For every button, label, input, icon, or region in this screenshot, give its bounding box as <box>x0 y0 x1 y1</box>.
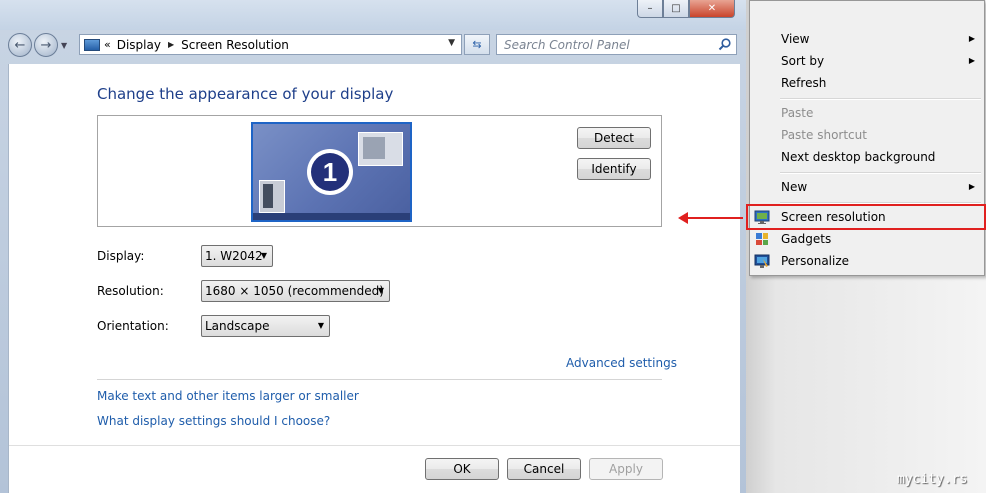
menu-item-view[interactable]: View ▶ <box>750 28 984 50</box>
watermark: mycity.rs <box>897 472 968 487</box>
display-folder-icon <box>84 38 100 51</box>
menu-item-personalize[interactable]: Personalize <box>750 250 984 272</box>
monitor-window-icon <box>358 132 403 166</box>
breadcrumb-display[interactable]: Display <box>117 38 161 52</box>
resolution-label: Resolution: <box>97 284 164 298</box>
chevron-down-icon: ▼ <box>317 321 324 330</box>
menu-item-paste-shortcut[interactable]: Paste shortcut <box>750 124 984 146</box>
display-settings-help-link[interactable]: What display settings should I choose? <box>97 414 330 428</box>
forward-arrow-icon: → <box>40 37 52 53</box>
menu-item-gadgets[interactable]: Gadgets <box>750 228 984 250</box>
submenu-arrow-icon: ▶ <box>968 56 975 65</box>
orientation-select[interactable]: Landscape ▼ <box>201 315 330 337</box>
page-title: Change the appearance of your display <box>97 85 394 103</box>
search-input[interactable]: Search Control Panel <box>496 34 737 55</box>
minimize-button[interactable]: – <box>637 0 663 18</box>
footer-divider <box>9 445 740 446</box>
monitor-taskbar <box>253 213 410 220</box>
ok-button[interactable]: OK <box>425 458 499 480</box>
menu-item-label: New <box>781 180 808 194</box>
identify-button[interactable]: Identify <box>577 158 651 180</box>
menu-item-label: Next desktop background <box>781 150 936 164</box>
desktop-context-menu: View ▶ Sort by ▶ Refresh Paste Paste sho… <box>749 0 985 276</box>
close-button[interactable]: ✕ <box>689 0 735 18</box>
display-select[interactable]: 1. W2042 ▼ <box>201 245 273 267</box>
submenu-arrow-icon: ▶ <box>968 182 975 191</box>
orientation-label: Orientation: <box>97 319 169 333</box>
menu-item-next-desktop-background[interactable]: Next desktop background <box>750 146 984 168</box>
menu-item-label: Sort by <box>781 54 825 68</box>
refresh-button[interactable]: ⇆ <box>464 34 490 55</box>
monitor-number: 1 <box>311 153 349 191</box>
back-button[interactable]: ← <box>8 33 32 57</box>
menu-item-label: Refresh <box>781 76 827 90</box>
menu-separator <box>780 98 981 100</box>
advanced-settings-link[interactable]: Advanced settings <box>566 356 677 370</box>
apply-button[interactable]: Apply <box>589 458 663 480</box>
menu-item-refresh[interactable]: Refresh <box>750 72 984 94</box>
personalize-icon <box>754 254 770 268</box>
section-divider <box>97 379 662 380</box>
menu-item-sort-by[interactable]: Sort by ▶ <box>750 50 984 72</box>
address-dropdown-icon[interactable]: ▼ <box>448 38 455 48</box>
monitor-1-thumbnail[interactable]: 1 <box>251 122 412 222</box>
menu-item-label: View <box>781 32 810 46</box>
recent-pages-dropdown-icon[interactable]: ▼ <box>61 41 67 50</box>
back-arrow-icon: ← <box>14 37 26 53</box>
window-caption-buttons: – □ ✕ <box>637 0 735 19</box>
annotation-arrow-icon <box>678 212 688 224</box>
monitor-window-icon <box>259 180 285 213</box>
display-select-value: 1. W2042 <box>205 249 263 263</box>
submenu-arrow-icon: ▶ <box>968 34 975 43</box>
screen-resolution-highlight <box>746 204 986 230</box>
breadcrumb-screen-resolution[interactable]: Screen Resolution <box>181 38 289 52</box>
menu-separator <box>780 172 981 174</box>
navigation-buttons: ← → ▼ <box>8 33 67 57</box>
menu-item-paste[interactable]: Paste <box>750 102 984 124</box>
search-icon[interactable] <box>718 38 731 51</box>
breadcrumb-overflow[interactable]: « <box>104 38 111 51</box>
monitor-number-badge: 1 <box>307 149 353 195</box>
detect-button[interactable]: Detect <box>577 127 651 149</box>
menu-item-label: Paste shortcut <box>781 128 867 142</box>
menu-item-label: Personalize <box>781 254 850 268</box>
orientation-select-value: Landscape <box>205 319 270 333</box>
text-size-link[interactable]: Make text and other items larger or smal… <box>97 389 359 403</box>
forward-button[interactable]: → <box>34 33 58 57</box>
menu-item-new[interactable]: New ▶ <box>750 176 984 198</box>
breadcrumb-separator-icon[interactable]: ▶ <box>168 40 174 49</box>
display-preview-area: 1 Detect Identify <box>97 115 662 227</box>
resolution-select-value: 1680 × 1050 (recommended) <box>205 284 384 298</box>
menu-item-label: Paste <box>781 106 814 120</box>
title-bar <box>0 0 746 30</box>
annotation-arrow-line <box>683 217 743 219</box>
chevron-down-icon: ▼ <box>260 251 267 260</box>
search-placeholder: Search Control Panel <box>504 37 630 52</box>
address-bar[interactable]: « Display ▶ Screen Resolution ▼ <box>79 34 462 55</box>
resolution-select[interactable]: 1680 × 1050 (recommended) ▼ <box>201 280 390 302</box>
chevron-down-icon: ▼ <box>377 286 384 295</box>
refresh-icon: ⇆ <box>472 38 482 51</box>
menu-item-label: Gadgets <box>781 232 832 246</box>
control-panel-window: – □ ✕ ← → ▼ « Display ▶ Screen Resolutio… <box>0 0 747 493</box>
gadgets-icon <box>756 233 768 245</box>
content-pane: Change the appearance of your display 1 … <box>8 64 740 493</box>
cancel-button[interactable]: Cancel <box>507 458 581 480</box>
display-label: Display: <box>97 249 145 263</box>
maximize-button[interactable]: □ <box>663 0 689 18</box>
